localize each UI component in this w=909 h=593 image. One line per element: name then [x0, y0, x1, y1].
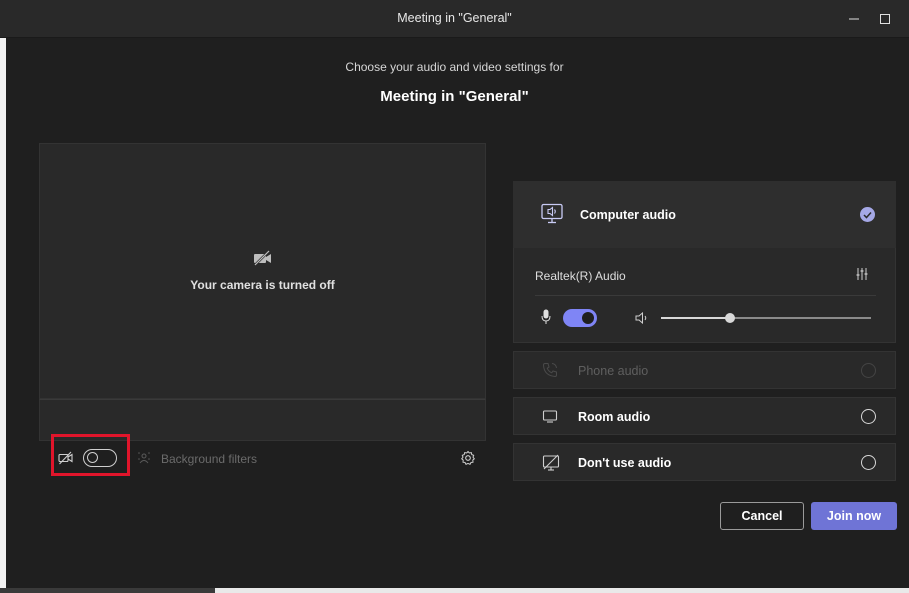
- minimize-button[interactable]: [843, 8, 865, 30]
- no-audio-icon: [542, 454, 560, 477]
- meeting-title: Meeting in "General": [380, 88, 529, 105]
- maximize-icon: [880, 14, 890, 24]
- window-title: Meeting in "General": [397, 11, 512, 25]
- minimize-icon: [849, 18, 859, 20]
- room-audio-radio[interactable]: [861, 409, 876, 424]
- phone-audio-label: Phone audio: [578, 364, 649, 378]
- monitor-icon: [542, 408, 558, 429]
- room-audio-label: Room audio: [578, 410, 651, 424]
- audio-device-name: Realtek(R) Audio: [535, 269, 626, 283]
- title-bar: Meeting in "General": [0, 0, 909, 38]
- microphone-toggle[interactable]: [563, 309, 597, 327]
- computer-audio-option[interactable]: [513, 181, 896, 248]
- no-audio-radio[interactable]: [861, 455, 876, 470]
- phone-audio-radio[interactable]: [861, 363, 876, 378]
- cancel-button[interactable]: Cancel: [720, 502, 804, 530]
- phone-icon: [542, 362, 558, 383]
- camera-off-toggle-icon: [58, 451, 74, 470]
- camera-off-icon: [253, 250, 273, 271]
- bottom-strip-dark: [0, 588, 215, 593]
- computer-audio-icon: [540, 203, 564, 230]
- join-now-button[interactable]: Join now: [811, 502, 897, 530]
- speaker-icon: [635, 311, 649, 329]
- background-filters-label: Background filters: [161, 452, 258, 466]
- selected-check-icon: [860, 207, 875, 222]
- microphone-toggle-knob: [582, 312, 594, 324]
- microphone-icon: [541, 309, 551, 330]
- background-filters-icon: [137, 451, 151, 470]
- speaker-volume-slider[interactable]: [661, 313, 871, 323]
- computer-audio-label: Computer audio: [580, 208, 676, 222]
- video-preview: [39, 143, 486, 399]
- audio-divider: [535, 295, 876, 296]
- no-audio-option[interactable]: Don't use audio: [513, 443, 896, 481]
- camera-toggle[interactable]: [83, 449, 117, 467]
- maximize-button[interactable]: [874, 8, 896, 30]
- device-settings-icon[interactable]: [460, 450, 476, 471]
- camera-off-message: Your camera is turned off: [190, 278, 335, 292]
- speaker-volume-fill: [661, 317, 731, 319]
- phone-audio-option[interactable]: Phone audio: [513, 351, 896, 389]
- equalizer-icon[interactable]: [855, 267, 869, 286]
- no-audio-label: Don't use audio: [578, 456, 672, 470]
- bottom-strip: [0, 588, 909, 593]
- room-audio-option[interactable]: Room audio: [513, 397, 896, 435]
- camera-toggle-knob: [87, 452, 98, 463]
- prejoin-subtitle: Choose your audio and video settings for: [345, 60, 564, 74]
